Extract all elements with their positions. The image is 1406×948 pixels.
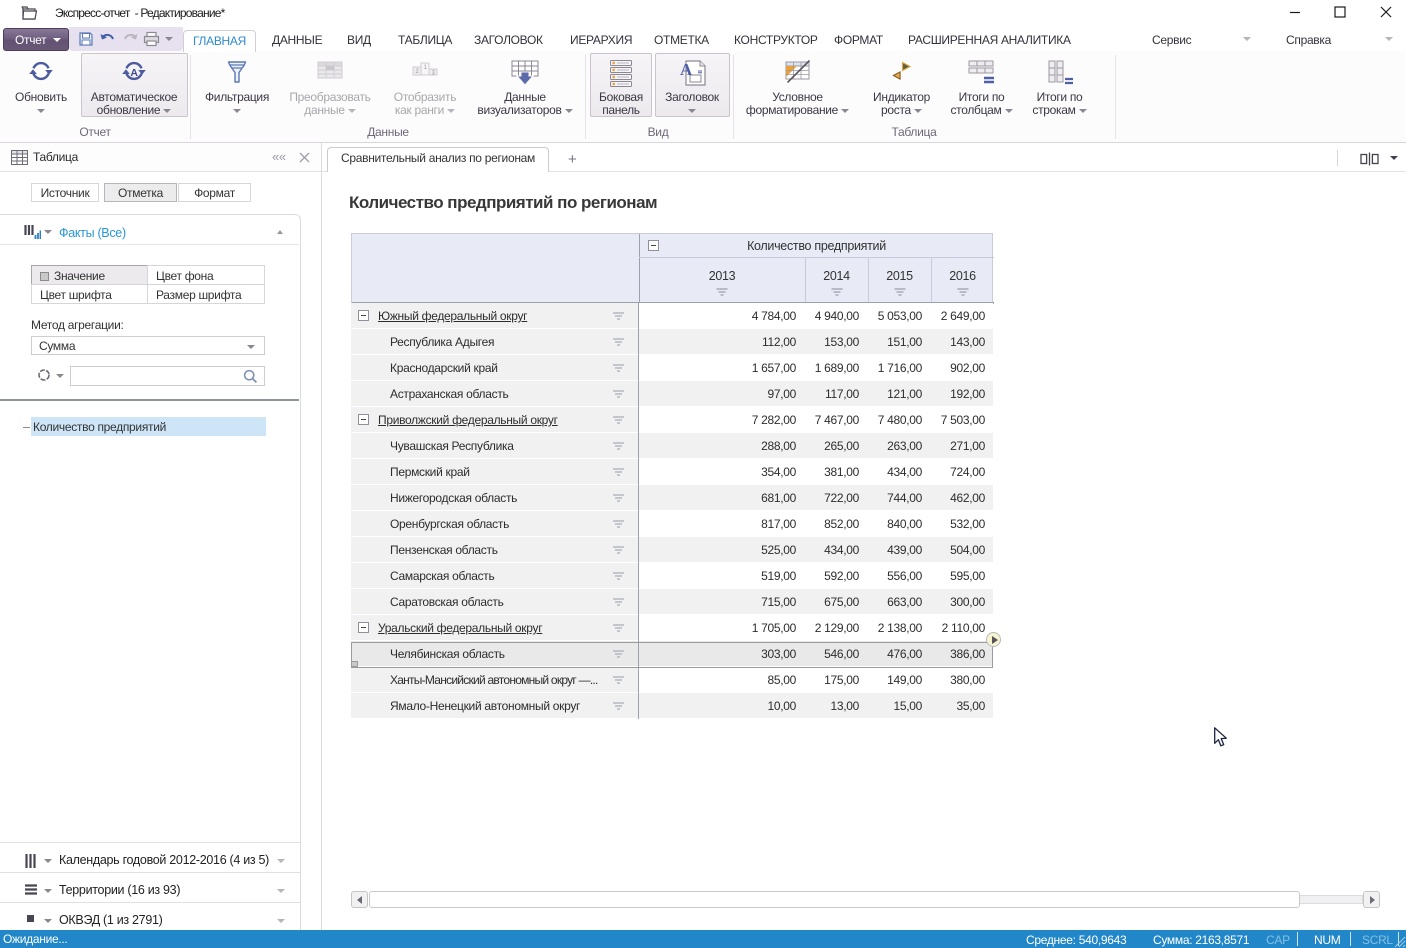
svg-text:A: A — [680, 60, 693, 79]
svg-text:A: A — [130, 67, 138, 79]
